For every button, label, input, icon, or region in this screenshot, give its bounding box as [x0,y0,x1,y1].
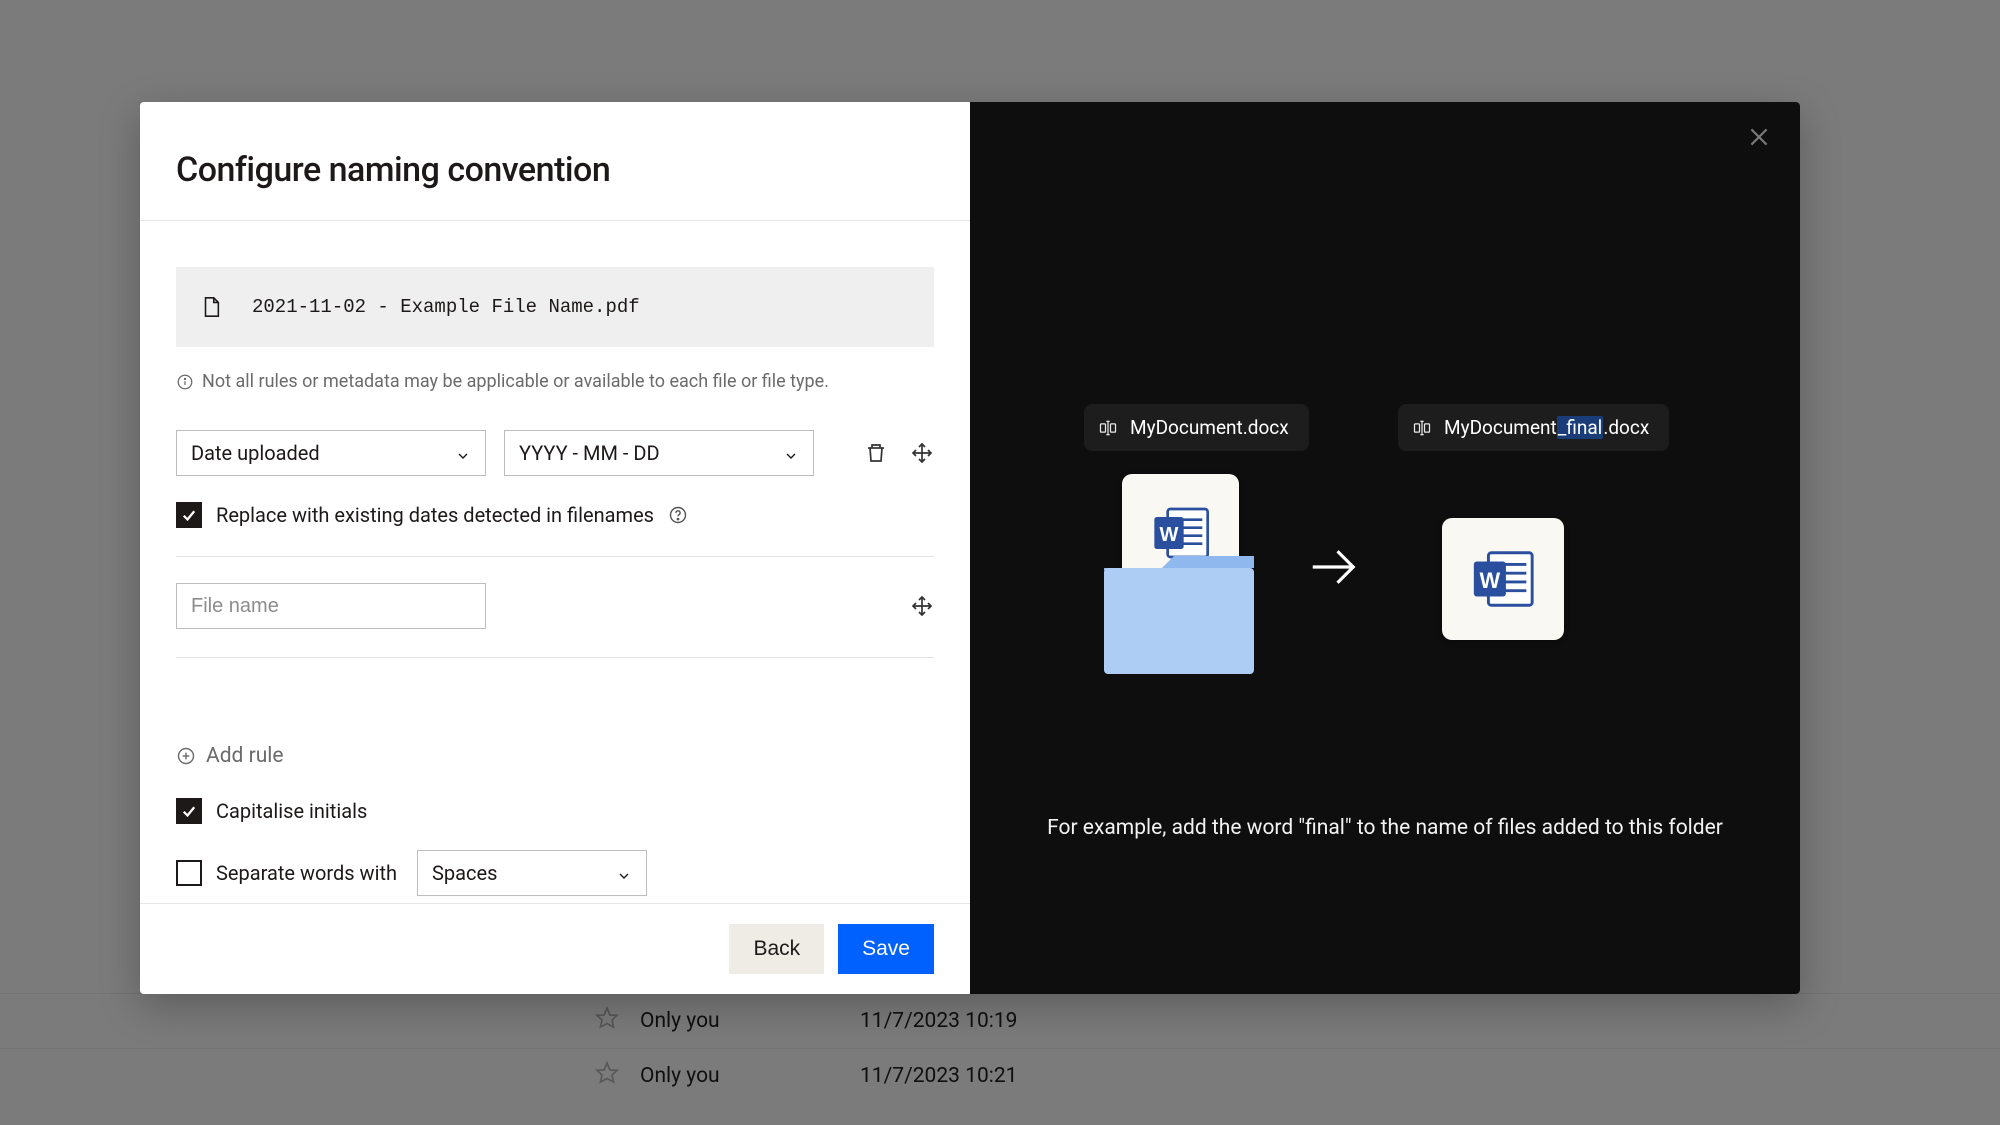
add-rule-button[interactable]: Add rule [176,744,934,768]
rule-row-filename [176,583,934,629]
rename-icon [1098,418,1118,438]
drag-handle-icon[interactable] [910,594,934,618]
svg-text:W: W [1159,524,1178,546]
plus-circle-icon [176,746,196,766]
rename-icon [1412,418,1432,438]
arrow-right-icon [1306,540,1360,594]
modal-preview-pane: MyDocument.docx MyDocument_final.docx W [970,102,1800,994]
rule-field-selected-label: Date uploaded [191,441,320,465]
drag-handle-icon[interactable] [910,441,934,465]
filename-preview-box: 2021-11-02 - Example File Name.pdf [176,267,934,347]
rule-field-select[interactable]: Date uploaded [176,430,486,476]
date-format-selected-label: YYYY - MM - DD [519,441,660,465]
delete-rule-button[interactable] [864,441,888,465]
help-icon[interactable] [668,505,688,525]
separator-select[interactable]: Spaces [417,850,647,896]
svg-text:W: W [1480,568,1501,593]
replace-dates-label: Replace with existing dates detected in … [216,503,654,527]
save-button[interactable]: Save [838,924,934,974]
date-format-select[interactable]: YYYY - MM - DD [504,430,814,476]
file-icon [200,294,222,320]
preview-folder-graphic: W [1100,474,1260,674]
filename-preview-text: 2021-11-02 - Example File Name.pdf [252,296,640,318]
separate-words-row: Separate words with Spaces [176,850,934,896]
capitalise-label: Capitalise initials [216,799,367,823]
rule-row-date: Date uploaded YYYY - MM - DD [176,430,934,476]
preview-before-filename: MyDocument.docx [1130,416,1289,439]
separate-words-label: Separate words with [216,861,397,885]
back-button[interactable]: Back [729,924,824,974]
chevron-down-icon [783,445,799,461]
preview-after-filename: MyDocument_final.docx [1444,416,1649,439]
modal-title: Configure naming convention [140,102,970,221]
separate-words-checkbox[interactable] [176,860,202,886]
preview-after-pill: MyDocument_final.docx [1398,404,1669,451]
capitalise-row: Capitalise initials [176,798,934,824]
word-doc-icon: W [1442,518,1564,640]
filename-input[interactable] [176,583,486,629]
chevron-down-icon [616,865,632,881]
close-button[interactable] [1746,124,1772,150]
chevron-down-icon [455,445,471,461]
separator-selected-label: Spaces [432,861,497,885]
folder-icon [1100,552,1258,678]
preview-before-pill: MyDocument.docx [1084,404,1309,451]
info-icon [176,373,194,391]
capitalise-checkbox[interactable] [176,798,202,824]
add-rule-label: Add rule [206,744,284,768]
replace-dates-row: Replace with existing dates detected in … [176,502,934,528]
modal-left-pane: Configure naming convention 2021-11-02 -… [140,102,970,994]
naming-convention-modal: Configure naming convention 2021-11-02 -… [140,102,1800,994]
modal-footer: Back Save [140,903,970,994]
replace-dates-checkbox[interactable] [176,502,202,528]
info-note: Not all rules or metadata may be applica… [176,371,934,392]
preview-caption: For example, add the word "final" to the… [970,816,1800,840]
info-note-text: Not all rules or metadata may be applica… [202,371,829,392]
